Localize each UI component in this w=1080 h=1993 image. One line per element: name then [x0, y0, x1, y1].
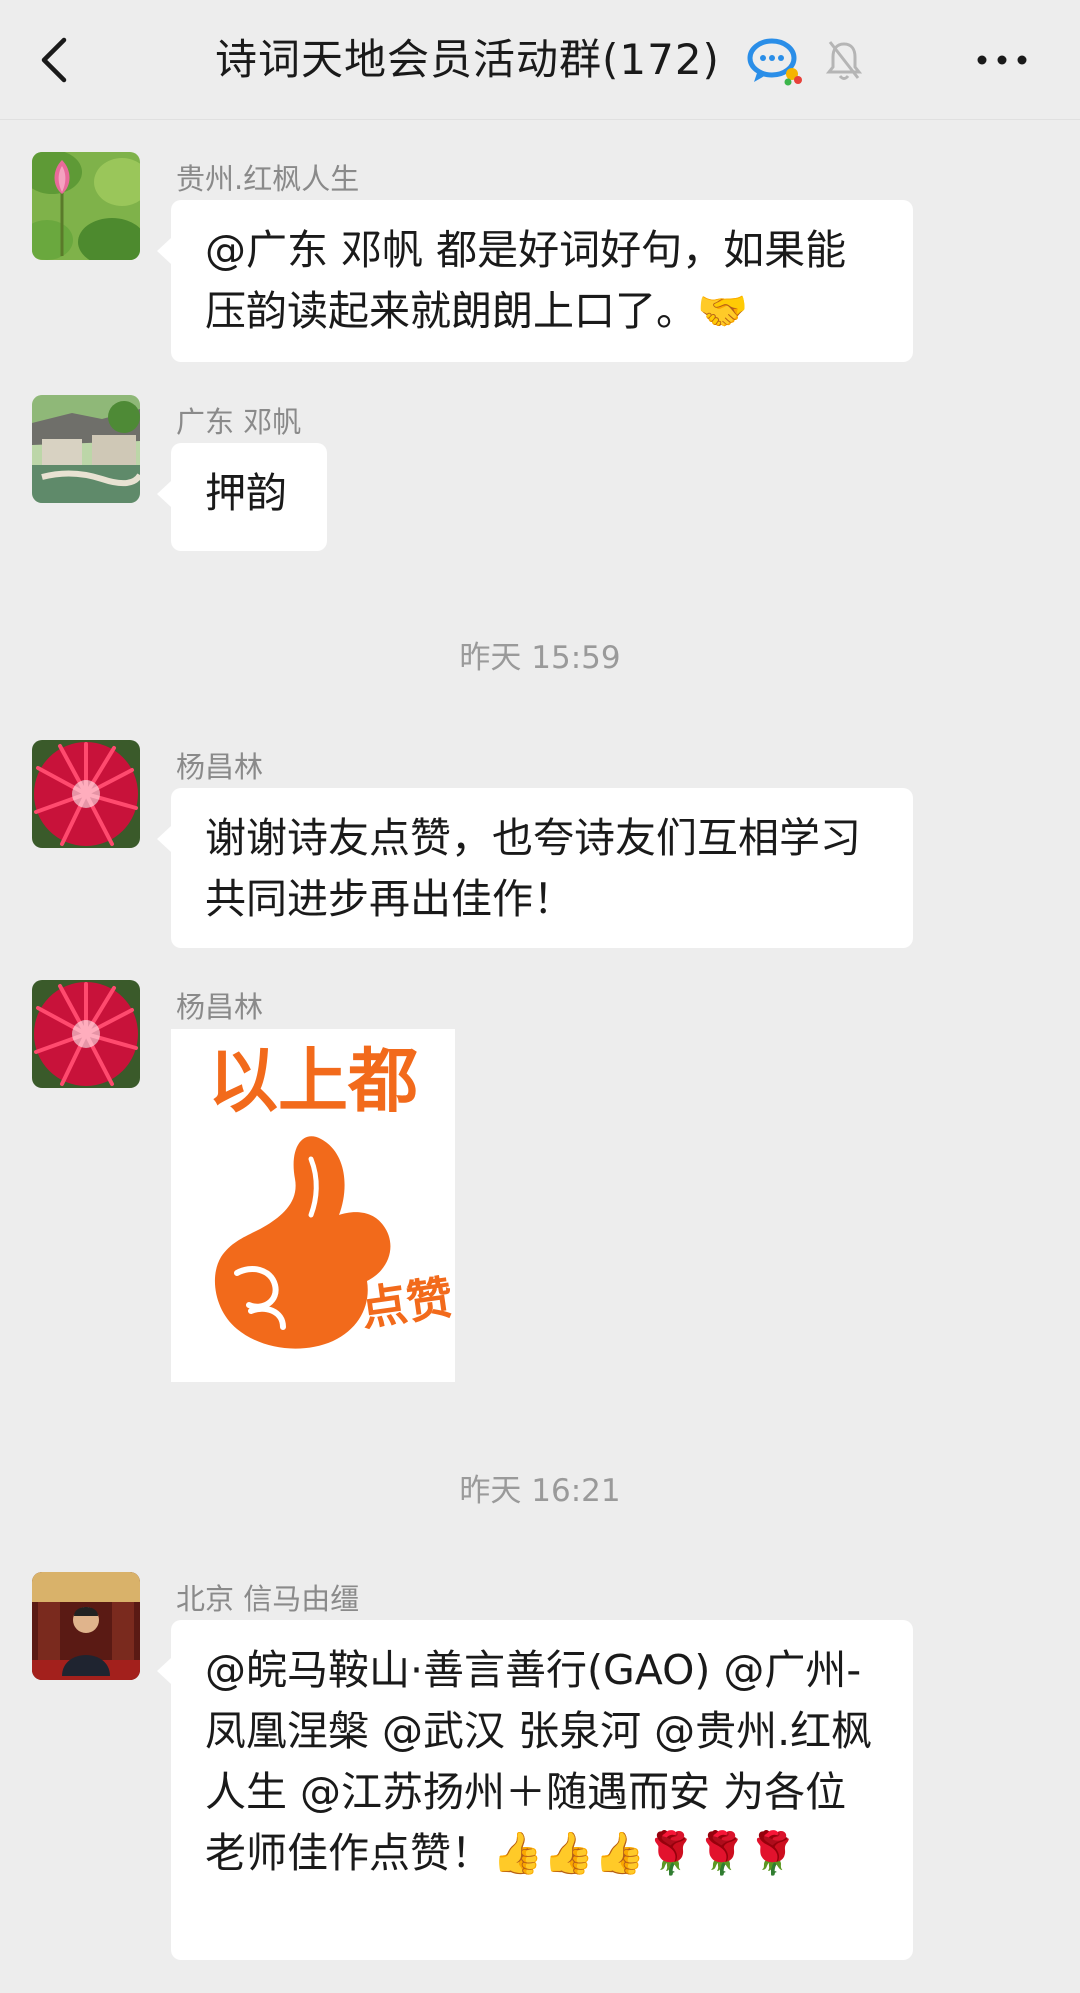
message-text: @广东 邓帆 都是好词好句，如果能压韵读起来就朗朗上口了。🤝	[205, 226, 847, 335]
group-chat-icon[interactable]	[746, 36, 804, 86]
avatar[interactable]	[32, 1572, 140, 1680]
message-text: @皖马鞍山·善言善行(GAO) @广州-凤凰涅槃 @武汉 张泉河 @贵州.红枫人…	[205, 1646, 873, 1877]
chat-title: 诗词天地会员活动群(172)	[215, 35, 720, 84]
message-bubble[interactable]: 谢谢诗友点赞，也夸诗友们互相学习共同进步再出佳作！	[157, 788, 913, 948]
sender-name: 杨昌林	[176, 990, 264, 1024]
thumbs-up-sticker[interactable]: 以上都 点赞	[171, 1029, 456, 1382]
sender-name: 北京 信马由缰	[176, 1582, 360, 1616]
message-bubble[interactable]: @广东 邓帆 都是好词好句，如果能压韵读起来就朗朗上口了。🤝	[157, 200, 913, 362]
sender-name: 贵州.红枫人生	[176, 162, 360, 196]
message-bubble[interactable]: @皖马鞍山·善言善行(GAO) @广州-凤凰涅槃 @武汉 张泉河 @贵州.红枫人…	[157, 1620, 913, 1960]
chevron-left-icon	[41, 37, 67, 83]
muted-bell-icon	[825, 38, 863, 82]
sticker-text-top: 以上都	[208, 1040, 418, 1122]
message-bubble[interactable]: 押韵	[157, 443, 327, 551]
avatar[interactable]	[32, 740, 140, 848]
timestamp: 昨天 15:59	[459, 640, 621, 676]
avatar[interactable]	[32, 980, 140, 1088]
chat-header: 诗词天地会员活动群(172)	[0, 0, 1080, 120]
message-text: 谢谢诗友点赞，也夸诗友们互相学习共同进步再出佳作！	[205, 814, 861, 923]
sender-name: 广东 邓帆	[176, 405, 302, 439]
sender-name: 杨昌林	[176, 750, 264, 784]
more-dots-icon	[977, 55, 1027, 65]
back-button[interactable]	[36, 30, 76, 90]
message-text: 押韵	[205, 469, 287, 517]
more-button[interactable]	[972, 42, 1032, 78]
avatar[interactable]	[32, 395, 140, 503]
avatar[interactable]	[32, 152, 140, 260]
timestamp: 昨天 16:21	[459, 1473, 621, 1509]
